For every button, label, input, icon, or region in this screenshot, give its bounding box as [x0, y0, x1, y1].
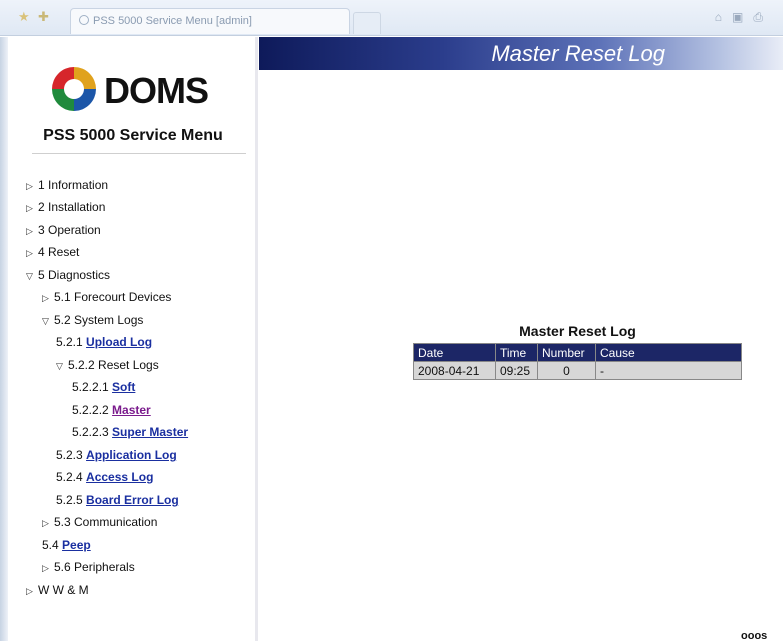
nav-item-information[interactable]: ▷ 1 Information	[26, 175, 108, 195]
home-icon[interactable]: ⌂	[715, 10, 732, 24]
column-header-number: Number	[537, 343, 596, 362]
sidebar: DOMS PSS 5000 Service Menu ▷ 1 Informatio…	[8, 37, 258, 641]
browser-tab[interactable]: PSS 5000 Service Menu [admin]	[70, 8, 350, 34]
favorites-star-icon[interactable]: ★	[18, 9, 30, 25]
doms-logo: DOMS	[46, 61, 226, 121]
new-tab-button[interactable]	[353, 12, 381, 34]
browser-tab-bar: ★ ✚ PSS 5000 Service Menu [admin] ⌂▣⎙	[0, 0, 783, 36]
cell-number: 0	[537, 361, 596, 380]
nav-item-soft: 5.2.2.1 Soft	[72, 380, 136, 394]
footer-text: ooos	[741, 630, 768, 641]
peep-link[interactable]: Peep	[62, 538, 91, 552]
nav-item-reset[interactable]: ▷ 4 Reset	[26, 242, 79, 262]
nav-item-wwm[interactable]: ▷ W W & M	[26, 580, 89, 600]
master-link[interactable]: Master	[112, 403, 151, 417]
loading-icon	[79, 15, 89, 25]
expanded-arrow-icon: ▽	[42, 316, 49, 326]
collapsed-arrow-icon: ▷	[26, 203, 33, 213]
nav-item-forecourt-devices[interactable]: ▷ 5.1 Forecourt Devices	[42, 287, 171, 307]
toolbar-icons: ⌂▣⎙	[715, 10, 773, 25]
nav-item-super-master: 5.2.2.3 Super Master	[72, 425, 189, 439]
divider	[32, 153, 246, 154]
nav-item-diagnostics[interactable]: ▽ 5 Diagnostics	[26, 265, 110, 285]
nav-item-peep: 5.4 Peep	[42, 538, 91, 552]
cell-cause: -	[595, 361, 742, 380]
application-log-link[interactable]: Application Log	[86, 448, 177, 462]
nav-item-operation[interactable]: ▷ 3 Operation	[26, 220, 101, 240]
log-table-caption: Master Reset Log	[519, 323, 636, 339]
nav-item-system-logs[interactable]: ▽ 5.2 System Logs	[42, 310, 143, 330]
nav-item-peripherals[interactable]: ▷ 5.6 Peripherals	[42, 557, 135, 577]
column-header-time: Time	[495, 343, 538, 362]
collapsed-arrow-icon: ▷	[26, 226, 33, 236]
collapsed-arrow-icon: ▷	[42, 563, 49, 573]
collapsed-arrow-icon: ▷	[26, 586, 33, 596]
page-title: Master Reset Log	[491, 41, 665, 66]
doms-logo-icon	[52, 67, 96, 111]
sidebar-edge	[0, 37, 8, 641]
master-reset-log-table: Date Time Number Cause 2008-04-21 09:25 …	[413, 343, 742, 380]
super-master-link[interactable]: Super Master	[112, 425, 188, 439]
nav-item-installation[interactable]: ▷ 2 Installation	[26, 197, 105, 217]
collapsed-arrow-icon: ▷	[26, 248, 33, 258]
print-icon[interactable]: ⎙	[753, 10, 773, 24]
nav-item-master: 5.2.2.2 Master	[72, 403, 151, 417]
soft-link[interactable]: Soft	[112, 380, 135, 394]
nav-item-access-log: 5.2.4 Access Log	[56, 470, 154, 484]
nav-item-application-log: 5.2.3 Application Log	[56, 448, 177, 462]
expanded-arrow-icon: ▽	[56, 361, 63, 371]
upload-log-link[interactable]: Upload Log	[86, 335, 152, 349]
collapsed-arrow-icon: ▷	[42, 518, 49, 528]
collapsed-arrow-icon: ▷	[26, 181, 33, 191]
table-row: 2008-04-21 09:25 0 -	[413, 361, 742, 380]
add-favorites-icon[interactable]: ✚	[38, 9, 49, 25]
feeds-icon[interactable]: ▣	[732, 10, 753, 24]
logo-text: DOMS	[104, 70, 209, 111]
column-header-cause: Cause	[595, 343, 742, 362]
board-error-log-link[interactable]: Board Error Log	[86, 493, 179, 507]
menu-title: PSS 5000 Service Menu	[43, 127, 223, 144]
expanded-arrow-icon: ▽	[26, 271, 33, 281]
tab-title: PSS 5000 Service Menu [admin]	[93, 15, 252, 27]
page-header: Master Reset Log	[259, 37, 783, 70]
nav-item-communication[interactable]: ▷ 5.3 Communication	[42, 512, 157, 532]
access-log-link[interactable]: Access Log	[86, 470, 153, 484]
collapsed-arrow-icon: ▷	[42, 293, 49, 303]
nav-item-upload-log: 5.2.1 Upload Log	[56, 335, 153, 349]
nav-item-board-error-log: 5.2.5 Board Error Log	[56, 493, 179, 507]
table-header-row: Date Time Number Cause	[413, 343, 742, 362]
cell-date: 2008-04-21	[413, 361, 496, 380]
column-header-date: Date	[413, 343, 496, 362]
cell-time: 09:25	[495, 361, 538, 380]
nav-item-reset-logs[interactable]: ▽ 5.2.2 Reset Logs	[56, 355, 159, 375]
